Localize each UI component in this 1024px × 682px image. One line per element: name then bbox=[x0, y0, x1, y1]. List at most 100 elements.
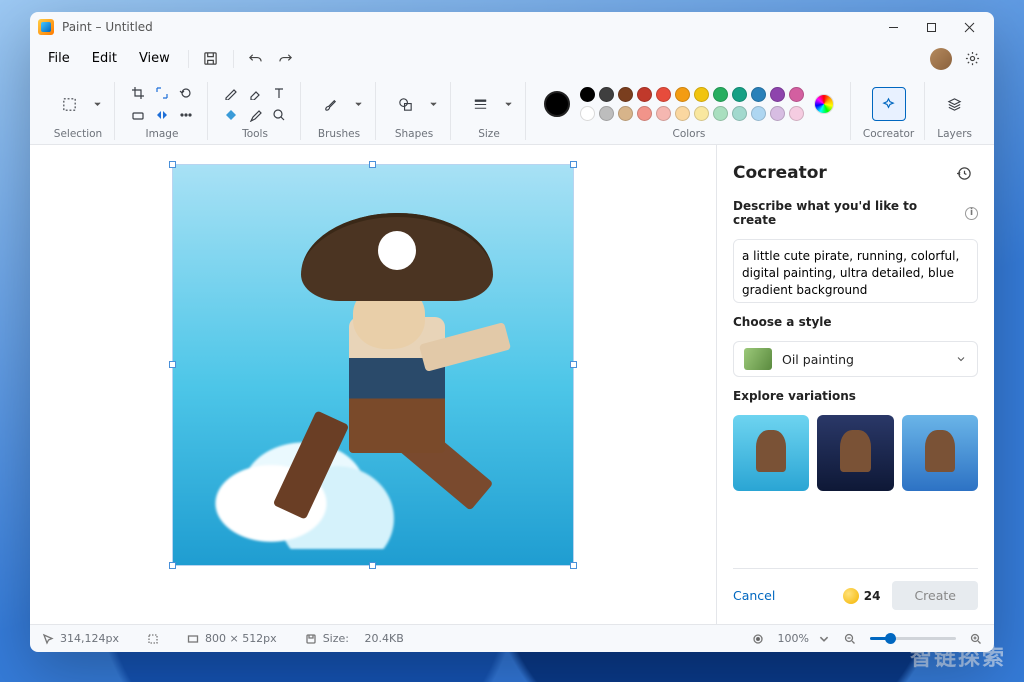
color-swatch[interactable] bbox=[751, 106, 766, 121]
variation-thumb[interactable] bbox=[902, 415, 978, 491]
save-button[interactable] bbox=[197, 45, 225, 73]
close-button[interactable] bbox=[950, 12, 988, 42]
ribbon-label: Image bbox=[146, 128, 179, 140]
brush-tool[interactable] bbox=[313, 87, 347, 121]
settings-button[interactable] bbox=[958, 45, 986, 73]
zoom-level[interactable]: 100% bbox=[778, 632, 830, 645]
ribbon-group-colors: Colors bbox=[528, 82, 851, 140]
layers-button[interactable] bbox=[938, 87, 972, 121]
info-icon[interactable]: i bbox=[965, 207, 978, 220]
canvas[interactable] bbox=[173, 165, 573, 565]
edit-colors-button[interactable] bbox=[814, 94, 834, 114]
credits-value: 24 bbox=[864, 589, 881, 603]
menu-file[interactable]: File bbox=[38, 47, 80, 70]
zoom-in-button[interactable] bbox=[970, 633, 982, 645]
size-tool[interactable] bbox=[463, 87, 497, 121]
create-button[interactable]: Create bbox=[892, 581, 978, 610]
color-swatch[interactable] bbox=[618, 106, 633, 121]
ribbon-group-brushes: Brushes bbox=[303, 82, 376, 140]
resize-handle[interactable] bbox=[369, 161, 376, 168]
ribbon-label: Colors bbox=[672, 128, 705, 140]
cancel-button[interactable]: Cancel bbox=[733, 588, 775, 603]
ribbon-label: Shapes bbox=[395, 128, 433, 140]
canvas-area[interactable] bbox=[30, 145, 716, 624]
brush-dropdown[interactable] bbox=[351, 87, 365, 121]
crop-tool[interactable] bbox=[127, 83, 149, 103]
color-swatch[interactable] bbox=[599, 106, 614, 121]
user-avatar[interactable] bbox=[930, 48, 952, 70]
menu-edit[interactable]: Edit bbox=[82, 47, 127, 70]
magnifier-tool[interactable] bbox=[268, 105, 290, 125]
color-swatch[interactable] bbox=[713, 106, 728, 121]
ribbon-label: Size bbox=[478, 128, 500, 140]
color-swatch[interactable] bbox=[732, 87, 747, 102]
picker-tool[interactable] bbox=[244, 105, 266, 125]
style-select[interactable]: Oil painting bbox=[733, 341, 978, 377]
resize-handle[interactable] bbox=[169, 562, 176, 569]
window-title: Paint – Untitled bbox=[62, 20, 153, 34]
color-swatch[interactable] bbox=[656, 87, 671, 102]
ribbon-label: Tools bbox=[242, 128, 268, 140]
color-swatch[interactable] bbox=[789, 106, 804, 121]
color-swatch[interactable] bbox=[789, 87, 804, 102]
cocreator-button[interactable] bbox=[872, 87, 906, 121]
resize-handle[interactable] bbox=[169, 161, 176, 168]
select-dropdown[interactable] bbox=[90, 87, 104, 121]
color-swatch[interactable] bbox=[732, 106, 747, 121]
shapes-dropdown[interactable] bbox=[426, 87, 440, 121]
color-swatch[interactable] bbox=[580, 106, 595, 121]
history-button[interactable] bbox=[950, 159, 978, 187]
ribbon-group-size: Size bbox=[453, 82, 526, 140]
color-swatch[interactable] bbox=[618, 87, 633, 102]
shapes-tool[interactable] bbox=[388, 87, 422, 121]
variation-thumb[interactable] bbox=[817, 415, 893, 491]
pencil-tool[interactable] bbox=[220, 83, 242, 103]
workarea: Cocreator Describe what you'd like to cr… bbox=[30, 145, 994, 624]
color-swatch[interactable] bbox=[694, 106, 709, 121]
color-swatch[interactable] bbox=[713, 87, 728, 102]
fit-toggle[interactable] bbox=[752, 633, 764, 645]
redo-button[interactable] bbox=[272, 45, 300, 73]
panel-title: Cocreator bbox=[733, 163, 827, 183]
current-color[interactable] bbox=[544, 91, 570, 117]
color-swatch[interactable] bbox=[694, 87, 709, 102]
resize-handle[interactable] bbox=[570, 361, 577, 368]
selection-icon bbox=[147, 633, 159, 645]
color-swatch[interactable] bbox=[751, 87, 766, 102]
color-swatch[interactable] bbox=[675, 87, 690, 102]
menu-view[interactable]: View bbox=[129, 47, 180, 70]
prompt-input[interactable] bbox=[733, 239, 978, 303]
zoom-out-button[interactable] bbox=[844, 633, 856, 645]
color-swatch[interactable] bbox=[599, 87, 614, 102]
zoom-slider[interactable] bbox=[870, 637, 956, 640]
color-swatch[interactable] bbox=[637, 106, 652, 121]
color-swatch[interactable] bbox=[675, 106, 690, 121]
flip-tool[interactable] bbox=[151, 105, 173, 125]
disk-icon bbox=[305, 633, 317, 645]
color-swatch[interactable] bbox=[580, 87, 595, 102]
color-swatch[interactable] bbox=[637, 87, 652, 102]
color-swatch[interactable] bbox=[770, 87, 785, 102]
image-more-tool[interactable] bbox=[175, 105, 197, 125]
paint-window: Paint – Untitled File Edit View Selectio… bbox=[30, 12, 994, 652]
resize-handle[interactable] bbox=[570, 161, 577, 168]
resize-tool[interactable] bbox=[151, 83, 173, 103]
maximize-button[interactable] bbox=[912, 12, 950, 42]
statusbar: 314,124px 800 × 512px Size: 20.4KB 100% bbox=[30, 624, 994, 652]
text-tool[interactable] bbox=[268, 83, 290, 103]
fill-tool[interactable] bbox=[220, 105, 242, 125]
resize-handle[interactable] bbox=[369, 562, 376, 569]
resize-handle[interactable] bbox=[570, 562, 577, 569]
color-swatch[interactable] bbox=[770, 106, 785, 121]
size-dropdown[interactable] bbox=[501, 87, 515, 121]
eraser-tool[interactable] bbox=[244, 83, 266, 103]
select-all-tool[interactable] bbox=[127, 105, 149, 125]
resize-handle[interactable] bbox=[169, 361, 176, 368]
ribbon-group-image: Image bbox=[117, 82, 208, 140]
minimize-button[interactable] bbox=[874, 12, 912, 42]
variation-thumb[interactable] bbox=[733, 415, 809, 491]
color-swatch[interactable] bbox=[656, 106, 671, 121]
undo-button[interactable] bbox=[242, 45, 270, 73]
rotate-tool[interactable] bbox=[175, 83, 197, 103]
select-tool[interactable] bbox=[52, 87, 86, 121]
